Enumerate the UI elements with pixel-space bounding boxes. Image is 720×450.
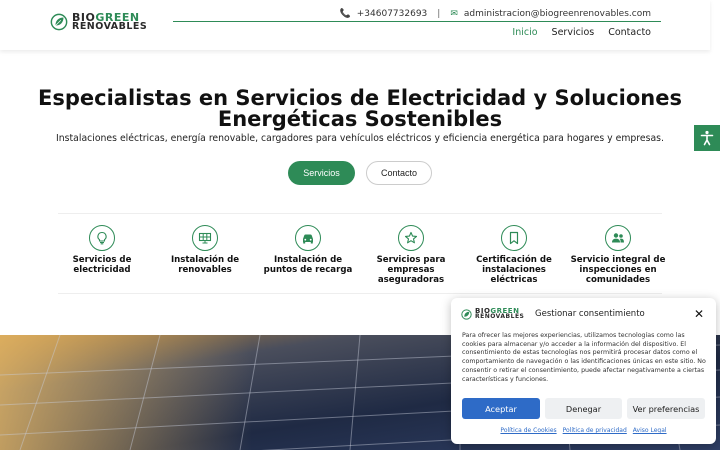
logo-wordmark-bottom: RENOVABLES	[72, 21, 148, 32]
solar-panel-icon	[198, 232, 212, 244]
accept-cookies-button[interactable]: Aceptar	[462, 398, 540, 419]
site-logo[interactable]: BIOGREEN RENOVABLES	[50, 12, 148, 32]
service-label: Instalación de	[273, 255, 343, 265]
service-label: aseguradoras	[377, 275, 445, 285]
lightbulb-icon	[97, 231, 107, 245]
service-label: instalaciones	[482, 265, 546, 275]
bookmark-icon	[509, 231, 519, 245]
service-certification[interactable]: Certificación de instalaciones eléctrica…	[462, 225, 566, 285]
nav-item-servicios[interactable]: Servicios	[552, 27, 595, 38]
cookie-policy-link[interactable]: Política de Cookies	[500, 427, 556, 434]
cookie-dialog-title: Gestionar consentimiento	[535, 309, 645, 319]
service-label: Servicios de	[72, 255, 132, 265]
service-inspections[interactable]: Servicio integral de inspecciones en com…	[566, 225, 670, 285]
section-divider-top	[58, 213, 662, 214]
email-link[interactable]: administracion@biogreenrenovables.com	[464, 9, 651, 19]
service-label: renovables	[178, 265, 232, 275]
service-label: inspecciones en	[579, 265, 657, 275]
service-label: Servicio integral de	[570, 255, 666, 265]
contact-separator: |	[437, 9, 441, 19]
cookie-dialog-logo: BIOGREEN RENOVABLES	[461, 308, 524, 320]
service-label: Certificación de	[476, 255, 552, 265]
hero-title-line-2: Energéticas Sostenibles	[217, 107, 503, 131]
service-label: empresas	[387, 265, 435, 275]
cookie-dialog-text: Para ofrecer las mejores experiencias, u…	[462, 332, 706, 383]
service-label: comunidades	[585, 275, 651, 285]
car-icon	[303, 234, 313, 244]
cookie-consent-dialog: BIOGREEN RENOVABLES Gestionar consentimi…	[451, 298, 716, 444]
service-label: eléctricas	[490, 275, 538, 285]
hero-subtitle: Instalaciones eléctricas, energía renova…	[56, 133, 664, 144]
service-label: Servicios para	[376, 255, 446, 265]
nav-item-contacto[interactable]: Contacto	[608, 27, 651, 38]
main-nav: Inicio Servicios Contacto	[512, 27, 651, 38]
legal-notice-link[interactable]: Aviso Legal	[633, 427, 667, 434]
close-icon[interactable]: ✕	[694, 307, 704, 321]
service-insurers[interactable]: Servicios para empresas aseguradoras	[359, 225, 463, 285]
service-electricity[interactable]: Servicios de electricidad	[50, 225, 154, 275]
services-button[interactable]: Servicios	[288, 161, 355, 185]
cookie-dialog-links: Política de Cookies Política de privacid…	[451, 427, 716, 434]
leaf-logo-icon	[461, 308, 472, 320]
email-icon: ✉	[450, 9, 458, 19]
users-icon	[612, 233, 624, 243]
phone-icon: 📞	[339, 9, 351, 19]
leaf-logo-icon	[50, 13, 68, 31]
service-label: Instalación de	[170, 255, 240, 265]
section-divider-bottom	[58, 293, 662, 294]
service-charging-points[interactable]: Instalación de puntos de recarga	[256, 225, 360, 275]
nav-item-inicio[interactable]: Inicio	[512, 27, 537, 38]
contact-bar: 📞 +34607732693 | ✉ administracion@biogre…	[340, 9, 651, 19]
contact-button[interactable]: Contacto	[366, 161, 432, 185]
site-header: BIOGREEN RENOVABLES 📞 +34607732693 | ✉ a…	[0, 0, 710, 50]
privacy-policy-link[interactable]: Política de privacidad	[563, 427, 627, 434]
cookie-preferences-button[interactable]: Ver preferencias	[627, 398, 705, 419]
star-icon	[404, 231, 418, 244]
service-label: electricidad	[73, 265, 131, 275]
hero-title: Especialistas en Servicios de Electricid…	[0, 88, 720, 130]
service-renewables[interactable]: Instalación de renovables	[153, 225, 257, 275]
service-label: puntos de recarga	[263, 265, 353, 275]
header-divider	[173, 21, 661, 22]
deny-cookies-button[interactable]: Denegar	[545, 398, 622, 419]
phone-link[interactable]: +34607732693	[357, 9, 428, 19]
